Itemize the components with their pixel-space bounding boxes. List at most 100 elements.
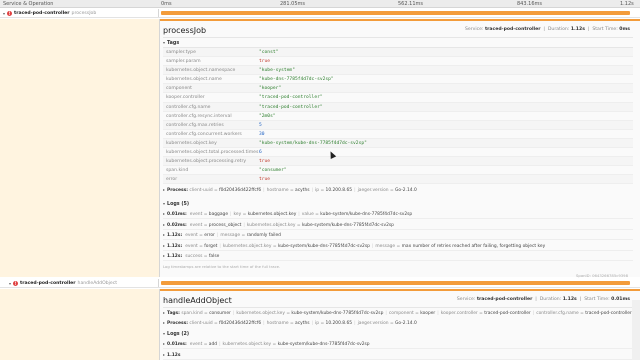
- tag-row: kubernetes.object.processing.retry true: [163, 157, 633, 167]
- chevron-down-icon: ▾: [163, 331, 166, 336]
- log-row[interactable]: ▸ 1.12s: event = forget | kubernetes.object.…: [163, 241, 633, 251]
- tags-section-toggle[interactable]: ▾ Tags: [163, 40, 179, 46]
- detail-gutter: [0, 289, 160, 360]
- meta-start: 0.01ms: [611, 297, 630, 302]
- log-row[interactable]: ▸ 1.12s: success = false: [163, 251, 633, 262]
- log-field-key: kubernetes.object.key: [246, 222, 296, 228]
- chevron-right-icon: ▸: [163, 211, 166, 216]
- log-row[interactable]: ▸ 0.01ms: event = add | kubernetes.object.ke…: [163, 339, 633, 350]
- tag-value: "2m0s": [259, 113, 276, 119]
- tag-key: component: [166, 86, 192, 92]
- tag-key: kooper.controller: [166, 95, 205, 101]
- span-name-cell[interactable]: ▾! traced-pod-controller processJob: [0, 9, 159, 17]
- log-field-value: false: [208, 254, 220, 259]
- kv-value: f0d20436d422ffcf6: [219, 321, 262, 326]
- log-field-key: message: [220, 233, 241, 238]
- tag-value: "kube-system": [259, 68, 295, 74]
- scrollbar[interactable]: [632, 300, 640, 360]
- tag-row: controller.cfg.resync.interval "2m0s": [163, 112, 633, 121]
- tag-row: sampler.param true: [163, 57, 633, 67]
- log-row[interactable]: ▸ 0.01ms: event = baggage | key = kubernetes…: [163, 209, 633, 220]
- tag-row: kubernetes.object.key "kube-system/kube-d…: [163, 138, 633, 149]
- log-time: 1.12s: [167, 352, 181, 358]
- meta-duration: 1.12s: [570, 27, 585, 32]
- tag-row: sampler.type "const": [163, 48, 633, 58]
- chevron-right-icon: ▸: [163, 351, 166, 357]
- kv-key: jaeger.version: [357, 188, 389, 193]
- kv-value: traced-pod-controller: [484, 311, 531, 316]
- logs-section-toggle[interactable]: ▾ Logs (2): [163, 331, 189, 337]
- separator: |: [532, 311, 535, 316]
- separator: |: [232, 311, 235, 316]
- log-time: 1.12s:: [167, 233, 183, 238]
- tag-key: span.kind: [166, 168, 189, 174]
- tag-value: "traced-pod-controller": [259, 95, 323, 101]
- span-bar[interactable]: [161, 11, 630, 15]
- process-section-toggle[interactable]: ▸ Process: client-uuid = f0d20436d422ffcf…: [163, 320, 417, 326]
- log-field-key: message: [375, 243, 396, 249]
- log-field-value: randomly failed: [246, 233, 281, 238]
- log-field-value: error: [204, 233, 215, 238]
- tag-value: "const": [259, 50, 279, 55]
- span-name-cell[interactable]: ▾! traced-pod-controller handleAddObject: [0, 279, 159, 287]
- tag-key: kubernetes.object.total.processed.times: [166, 150, 259, 156]
- log-field-key: success: [185, 254, 203, 259]
- kv-key: component: [388, 311, 414, 316]
- tag-row: kubernetes.object.namespace "kube-system": [163, 66, 633, 76]
- tag-key: controller.cfg.resync.interval: [166, 113, 232, 119]
- kv-value: 10.200.8.65: [325, 188, 353, 193]
- tag-key: controller.cfg.name: [166, 104, 211, 110]
- separator: |: [311, 321, 314, 326]
- process-values: client-uuid = f0d20436d422ffcf6 | hostname…: [189, 188, 416, 193]
- tag-value: true: [259, 159, 271, 165]
- log-field-value: add: [208, 342, 218, 347]
- chevron-right-icon: ▸: [163, 221, 166, 227]
- tag-row: kubernetes.object.total.processed.times 6: [163, 148, 633, 158]
- tags-section-toggle[interactable]: ▸ Tags: span.kind = consumer | kubernetes.o…: [163, 310, 632, 316]
- tag-row: error true: [163, 175, 633, 185]
- log-row[interactable]: ▸ 1.12s: event = error | message = randomly …: [163, 230, 633, 241]
- separator: |: [243, 222, 245, 228]
- chevron-down-icon[interactable]: ▾: [9, 281, 11, 286]
- log-field-value: max number of retries reached after fail…: [401, 243, 546, 249]
- kv-value: kooper: [420, 311, 436, 316]
- kv-value: f0d20436d422ffcf6: [219, 188, 262, 193]
- logs-section-toggle[interactable]: ▾ Logs (5): [163, 201, 189, 207]
- separator: |: [437, 311, 439, 316]
- tag-value: "kooper": [259, 86, 282, 92]
- span-meta: Service: traced-pod-controller | Duratio…: [464, 27, 630, 32]
- kv-key: client-uuid: [189, 188, 213, 193]
- chevron-down-icon[interactable]: ▾: [3, 11, 5, 16]
- chevron-right-icon: ▸: [163, 232, 166, 237]
- tag-row: component "kooper": [163, 84, 633, 94]
- chevron-down-icon: ▾: [163, 40, 166, 45]
- chevron-right-icon: ▸: [163, 253, 166, 258]
- detail-gutter: [0, 19, 160, 277]
- separator: |: [230, 212, 232, 217]
- log-row[interactable]: ▸ 0.02ms: event = process_object | kubernete…: [163, 220, 633, 230]
- tag-key: sampler.param: [166, 59, 201, 65]
- log-time: 0.01ms:: [167, 212, 187, 217]
- process-label: Process:: [167, 321, 188, 326]
- log-field-value: kube-system/kube-dns-7785f4d7dc-sv2sp: [277, 342, 370, 347]
- process-section-toggle[interactable]: ▸ Process: client-uuid = f0d20436d422ffcf…: [163, 187, 417, 193]
- span-row-processjob[interactable]: ▾! traced-pod-controller processJob: [0, 9, 640, 18]
- process-label: Process:: [167, 188, 188, 193]
- kv-value: 10.200.8.65: [325, 321, 353, 326]
- logs-label: Logs (2): [167, 332, 190, 337]
- tag-value: "kube-dns-7785f4d7dc-sv2sp": [259, 77, 334, 83]
- kv-key: hostname: [266, 321, 289, 326]
- separator: |: [219, 243, 221, 249]
- tag-value: "kube-system/kube-dns-7785f4d7dc-sv2sp": [259, 140, 367, 146]
- span-meta: Service: traced-pod-controller | Duratio…: [456, 297, 630, 302]
- chevron-right-icon: ▸: [163, 187, 166, 192]
- tag-row: controller.cfg.max.retries 5: [163, 120, 633, 130]
- span-row-handleaddobject[interactable]: ▾! traced-pod-controller handleAddObject: [0, 279, 640, 288]
- log-field-key: value: [301, 212, 314, 217]
- span-bar[interactable]: [161, 281, 630, 285]
- kv-value: kube-system/kube-dns-7785f4d7dc-sv2sp: [291, 311, 384, 316]
- log-field-value: baggage: [208, 212, 229, 217]
- log-row[interactable]: ▸ 1.12s: [163, 350, 633, 360]
- chevron-right-icon: ▸: [163, 341, 166, 346]
- tag-value: true: [259, 177, 271, 183]
